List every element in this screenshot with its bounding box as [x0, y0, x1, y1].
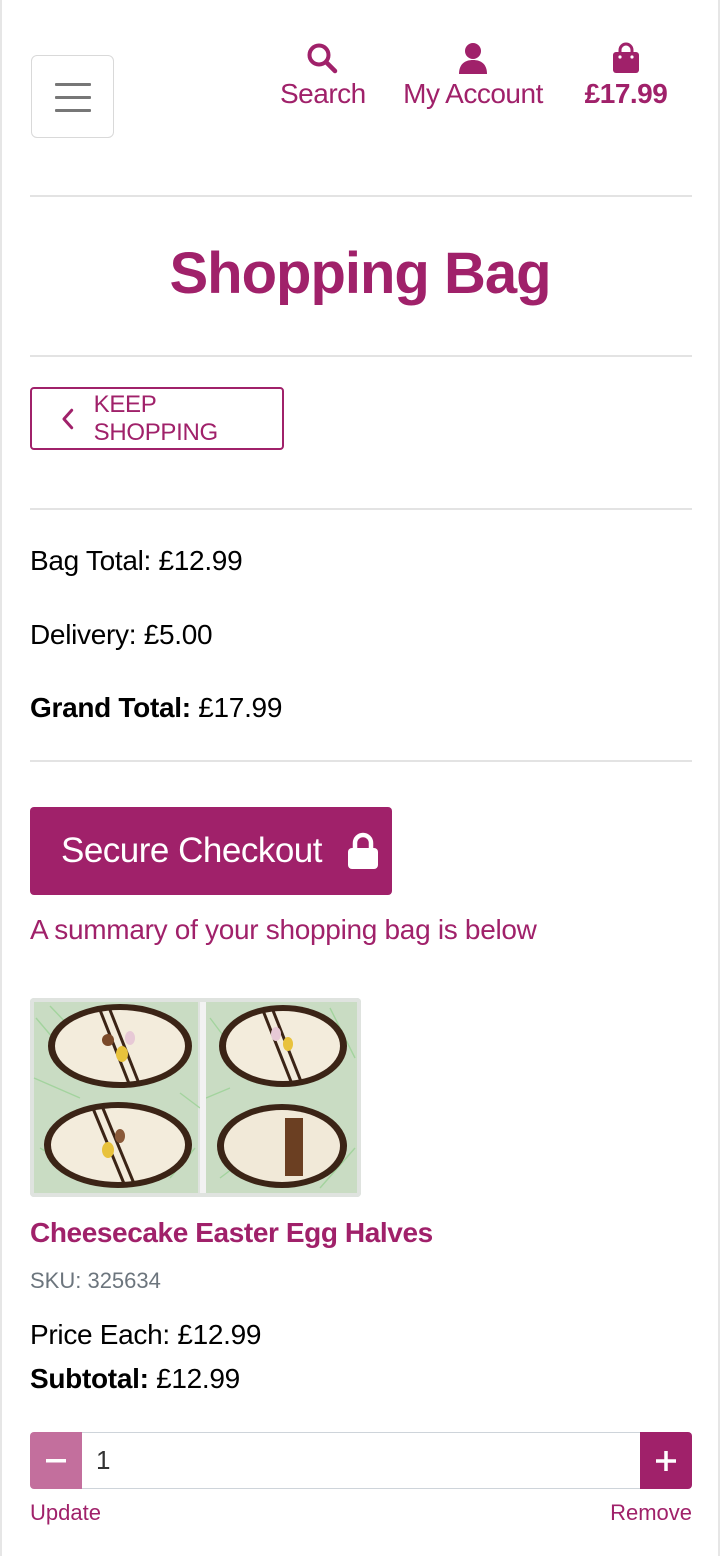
nav-account-label: My Account — [403, 78, 543, 109]
bag-total-value: £12.99 — [158, 545, 243, 576]
subtotal-value: £12.99 — [156, 1363, 240, 1394]
divider — [30, 508, 692, 510]
page-title: Shopping Bag — [169, 241, 551, 306]
decrement-button[interactable] — [30, 1432, 82, 1489]
update-link[interactable]: Update — [30, 1500, 101, 1526]
keep-shopping-button[interactable]: KEEP SHOPPING — [30, 387, 284, 450]
nav-my-account[interactable]: My Account — [402, 42, 544, 110]
product-name[interactable]: Cheesecake Easter Egg Halves — [30, 1217, 433, 1249]
grand-total-row: Grand Total: £17.99 — [30, 692, 282, 724]
minus-icon — [46, 1458, 66, 1462]
nav-search-label: Search — [280, 78, 366, 109]
hamburger-icon-bar — [55, 83, 91, 86]
price-each-value: £12.99 — [177, 1319, 262, 1350]
subtotal-row: Subtotal: £12.99 — [30, 1363, 240, 1395]
bag-total-label: £17.99 — [584, 78, 668, 109]
grand-total-text: Grand Total: — [30, 692, 191, 723]
search-icon — [307, 43, 338, 74]
nav-shopping-bag[interactable]: £17.99 — [580, 42, 672, 110]
secure-checkout-button[interactable]: Secure Checkout — [30, 807, 392, 895]
delivery-row: Delivery: £5.00 — [30, 619, 213, 651]
product-sku: SKU: 325634 — [30, 1268, 161, 1293]
divider — [30, 195, 692, 197]
lock-icon — [347, 832, 378, 869]
keep-shopping-label: KEEP SHOPPING — [93, 390, 219, 446]
delivery-text: Delivery: — [30, 619, 137, 650]
shopping-bag-icon — [613, 42, 639, 73]
menu-button[interactable] — [31, 55, 114, 138]
subtotal-text: Subtotal: — [30, 1363, 149, 1394]
quantity-stepper — [30, 1432, 692, 1489]
secure-checkout-label: Secure Checkout — [61, 831, 322, 870]
hamburger-icon-bar — [55, 109, 91, 112]
divider — [30, 760, 692, 762]
user-icon — [459, 43, 487, 74]
product-image[interactable] — [30, 998, 361, 1197]
remove-link[interactable]: Remove — [610, 1500, 692, 1526]
grand-total-value: £17.99 — [198, 692, 283, 723]
nav-search[interactable]: Search — [280, 42, 366, 110]
quantity-input[interactable] — [82, 1432, 640, 1489]
divider — [30, 355, 692, 357]
price-each-text: Price Each: — [30, 1319, 170, 1350]
summary-note: A summary of your shopping bag is below — [30, 914, 537, 945]
increment-button[interactable] — [640, 1432, 692, 1489]
bag-total-text: Bag Total: — [30, 545, 152, 576]
bag-total-row: Bag Total: £12.99 — [30, 545, 243, 577]
delivery-value: £5.00 — [143, 619, 213, 650]
hamburger-icon-bar — [55, 96, 91, 99]
chevron-left-icon — [62, 408, 74, 429]
price-each-row: Price Each: £12.99 — [30, 1319, 262, 1351]
plus-icon — [656, 1450, 676, 1471]
